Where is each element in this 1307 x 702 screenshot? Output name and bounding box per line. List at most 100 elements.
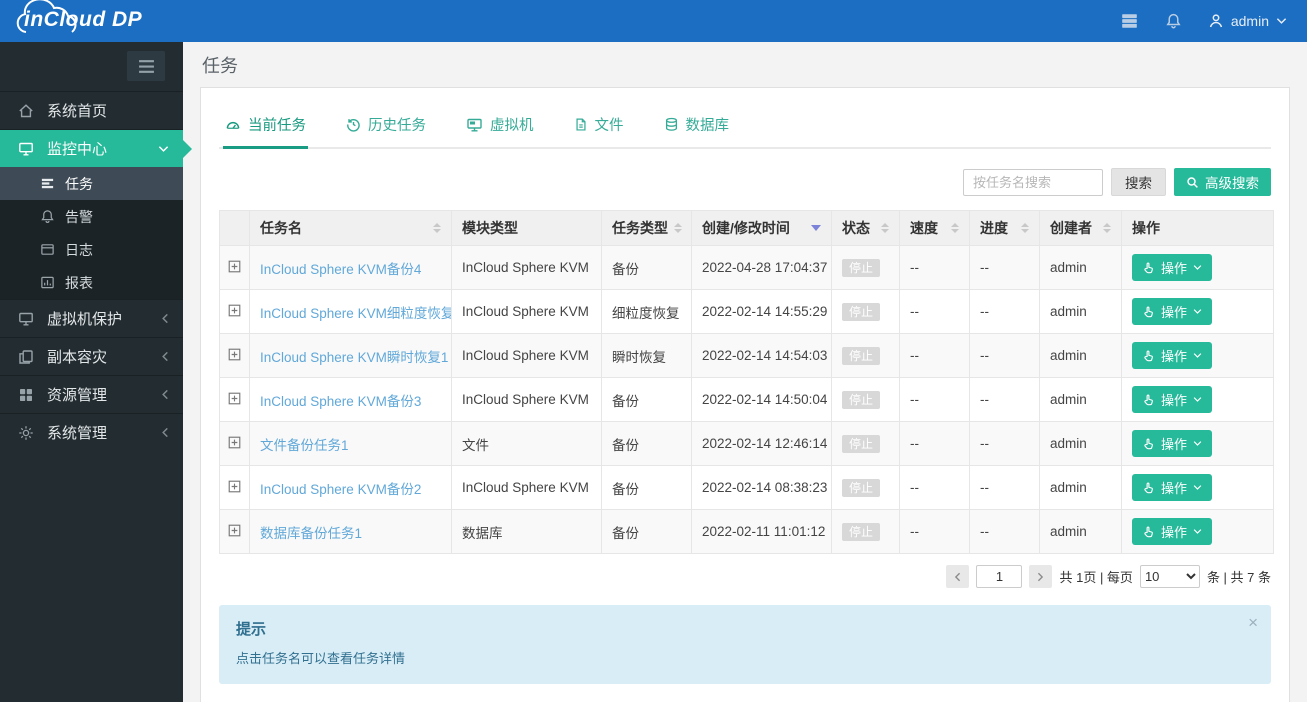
search-input[interactable] xyxy=(963,168,1103,196)
sidebar-item-vm-protection[interactable]: 虚拟机保护 xyxy=(0,299,183,337)
sidebar-item-system[interactable]: 系统管理 xyxy=(0,413,183,451)
sort-icon[interactable] xyxy=(674,223,682,233)
sidebar-item-resources[interactable]: 资源管理 xyxy=(0,375,183,413)
sidebar-item-label: 监控中心 xyxy=(47,141,108,158)
speed-cell: -- xyxy=(899,377,970,422)
row-action-button[interactable]: 操作 xyxy=(1132,298,1213,325)
tab-databases[interactable]: 数据库 xyxy=(662,108,732,149)
header-created-time[interactable]: 创建/修改时间 xyxy=(691,210,832,246)
header-task-name[interactable]: 任务名 xyxy=(249,210,452,246)
task-type-cell: 备份 xyxy=(601,509,692,554)
sidebar-item-label: 虚拟机保护 xyxy=(47,311,123,328)
sidebar-item-home[interactable]: 系统首页 xyxy=(0,91,183,129)
sort-icon[interactable] xyxy=(951,223,959,233)
sidebar-item-replica-dr[interactable]: 副本容灾 xyxy=(0,337,183,375)
chevron-down-icon xyxy=(1193,441,1202,446)
page-number-input[interactable] xyxy=(976,565,1023,588)
user-menu[interactable]: admin xyxy=(1208,13,1287,29)
expand-row-icon[interactable] xyxy=(228,348,241,361)
advanced-search-button[interactable]: 高级搜索 xyxy=(1174,168,1271,196)
task-name-link[interactable]: InCloud Sphere KVM瞬时恢复1 xyxy=(260,350,448,365)
sort-icon[interactable] xyxy=(1103,223,1111,233)
module-type-cell: InCloud Sphere KVM xyxy=(451,333,602,378)
tab-virtual-machines[interactable]: 虚拟机 xyxy=(464,108,536,149)
prev-page-button[interactable] xyxy=(946,565,970,588)
close-icon[interactable]: × xyxy=(1248,613,1258,633)
chevron-right-icon xyxy=(1038,572,1044,581)
tab-label: 当前任务 xyxy=(248,118,306,134)
time-cell: 2022-04-28 17:04:37 xyxy=(691,245,832,290)
tab-files[interactable]: 文件 xyxy=(572,108,626,149)
creator-cell: admin xyxy=(1039,289,1122,334)
table-toolbar: 搜索 高级搜索 xyxy=(219,168,1271,196)
sidebar-toggle-button[interactable] xyxy=(127,51,165,81)
sort-icon[interactable] xyxy=(1021,223,1029,233)
status-badge: 停止 xyxy=(842,303,881,321)
hand-pointer-icon xyxy=(1144,306,1153,317)
sidebar-item-label: 资源管理 xyxy=(47,387,108,404)
page-size-select[interactable]: 10 xyxy=(1139,565,1200,588)
table-row: InCloud Sphere KVM瞬时恢复1 InCloud Sphere KV… xyxy=(219,333,1274,378)
chevron-down-icon xyxy=(1193,309,1202,314)
header-progress[interactable]: 进度 xyxy=(969,210,1040,246)
next-page-button[interactable] xyxy=(1029,565,1053,588)
task-name-link[interactable]: 文件备份任务1 xyxy=(260,438,349,453)
row-action-button[interactable]: 操作 xyxy=(1132,430,1213,457)
table-row: 文件备份任务1 文件 备份 2022-02-14 12:46:14 停止 -- -- admi… xyxy=(219,421,1274,466)
chevron-left-icon xyxy=(161,313,169,324)
sidebar-item-logs[interactable]: 日志 xyxy=(0,233,183,266)
tab-current-tasks[interactable]: 当前任务 xyxy=(223,108,308,149)
header-module-type: 模块类型 xyxy=(451,210,602,246)
row-action-button[interactable]: 操作 xyxy=(1132,342,1213,369)
advanced-search-label: 高级搜索 xyxy=(1205,176,1259,191)
status-badge: 停止 xyxy=(842,435,881,453)
row-action-button[interactable]: 操作 xyxy=(1132,254,1213,281)
server-icon[interactable] xyxy=(1120,12,1139,30)
sidebar-item-monitoring[interactable]: 监控中心 xyxy=(0,129,183,167)
header-creator[interactable]: 创建者 xyxy=(1039,210,1122,246)
tab-history-tasks[interactable]: 历史任务 xyxy=(344,108,428,149)
creator-cell: admin xyxy=(1039,465,1122,510)
topbar: inCloud DP admin xyxy=(0,0,1307,42)
hand-pointer-icon xyxy=(1144,262,1153,273)
row-action-button[interactable]: 操作 xyxy=(1132,518,1213,545)
gauge-icon xyxy=(225,117,241,132)
creator-cell: admin xyxy=(1039,421,1122,466)
task-name-link[interactable]: InCloud Sphere KVM备份2 xyxy=(260,482,421,497)
sidebar: 系统首页 监控中心 任务 告警 日志 报表 虚拟机保护 副本容灾 资源管理 系统… xyxy=(0,42,183,702)
sort-desc-icon[interactable] xyxy=(811,225,821,231)
expand-row-icon[interactable] xyxy=(228,260,241,273)
main-content: 任务 当前任务 历史任务 虚拟机 文件 数据库 按任务名搜索 搜索 高级搜索 任… xyxy=(183,42,1307,702)
bell-icon[interactable] xyxy=(1165,12,1182,30)
topbar-actions: admin xyxy=(1120,12,1293,30)
task-name-link[interactable]: InCloud Sphere KVM备份4 xyxy=(260,262,421,277)
expand-row-icon[interactable] xyxy=(228,304,241,317)
row-action-button[interactable]: 操作 xyxy=(1132,474,1213,501)
sort-icon[interactable] xyxy=(881,223,889,233)
expand-row-icon[interactable] xyxy=(228,392,241,405)
task-name-link[interactable]: InCloud Sphere KVM细粒度恢复1 xyxy=(260,306,451,321)
header-task-type[interactable]: 任务类型 xyxy=(601,210,692,246)
time-cell: 2022-02-14 14:54:03 xyxy=(691,333,832,378)
search-button[interactable]: 搜索 xyxy=(1111,168,1166,196)
sort-icon[interactable] xyxy=(433,223,441,233)
sidebar-item-tasks[interactable]: 任务 xyxy=(0,167,183,200)
hand-pointer-icon xyxy=(1144,394,1153,405)
sidebar-item-reports[interactable]: 报表 xyxy=(0,266,183,299)
task-name-link[interactable]: InCloud Sphere KVM备份3 xyxy=(260,394,421,409)
expand-row-icon[interactable] xyxy=(228,480,241,493)
chevron-left-icon xyxy=(161,427,169,438)
expand-row-icon[interactable] xyxy=(228,524,241,537)
hand-pointer-icon xyxy=(1144,438,1153,449)
progress-cell: -- xyxy=(969,421,1040,466)
sidebar-item-alerts[interactable]: 告警 xyxy=(0,200,183,233)
row-action-button[interactable]: 操作 xyxy=(1132,386,1213,413)
task-name-link[interactable]: 数据库备份任务1 xyxy=(260,526,362,541)
app-logo[interactable]: inCloud DP xyxy=(16,0,152,36)
header-status[interactable]: 状态 xyxy=(831,210,900,246)
table-row: InCloud Sphere KVM备份4 InCloud Sphere KVM 备… xyxy=(219,245,1274,290)
expand-row-icon[interactable] xyxy=(228,436,241,449)
header-speed[interactable]: 速度 xyxy=(899,210,970,246)
table-row: InCloud Sphere KVM备份3 InCloud Sphere KVM 备… xyxy=(219,377,1274,422)
chevron-left-icon xyxy=(161,389,169,400)
